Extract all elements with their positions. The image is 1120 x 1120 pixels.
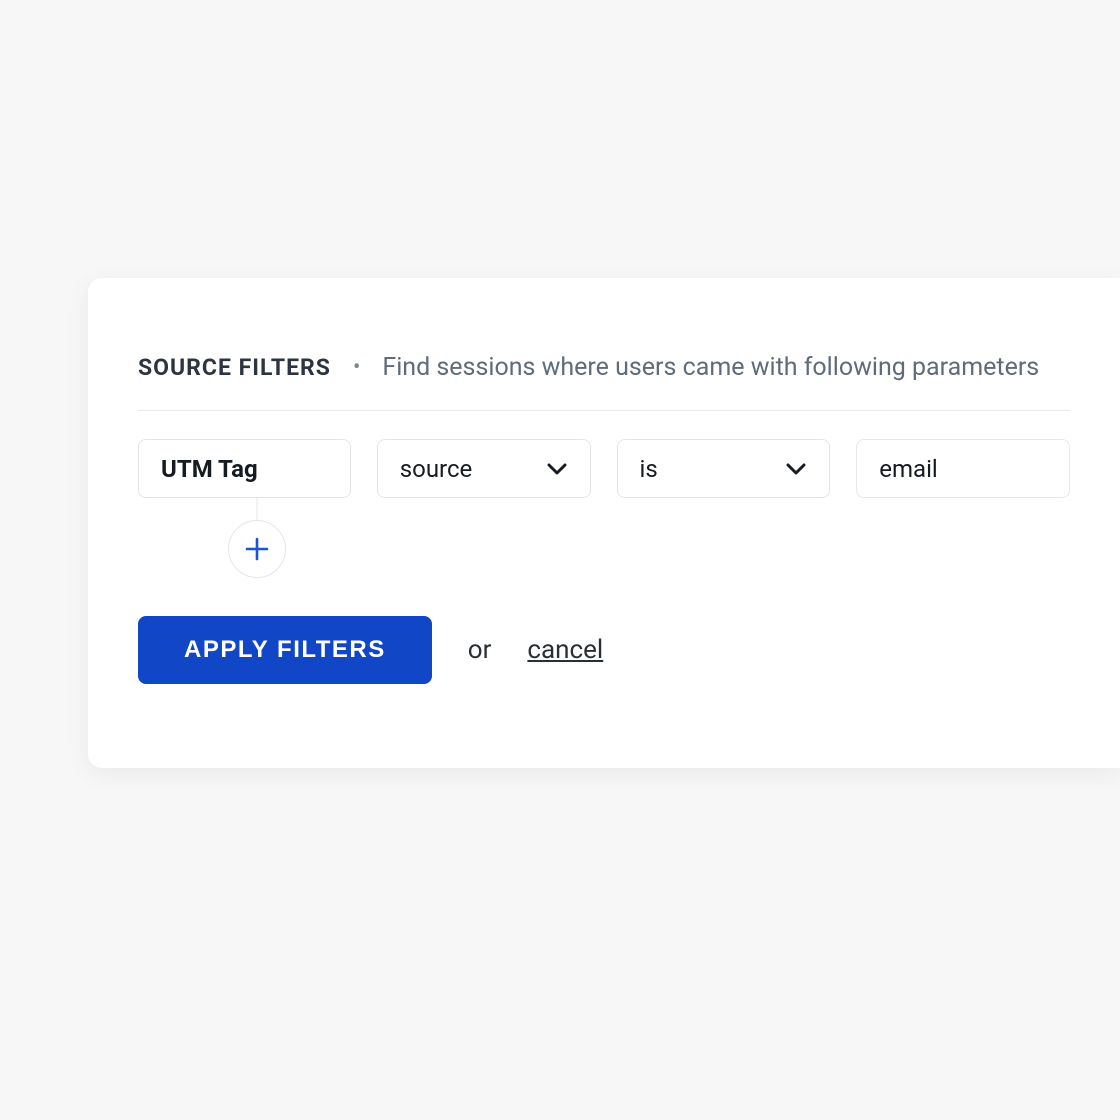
filter-field-select[interactable]: source [377, 439, 591, 498]
bullet-separator: • [353, 357, 360, 379]
filter-row: UTM Tag source is [138, 439, 1070, 498]
filter-value-input[interactable] [879, 455, 1047, 483]
section-header: SOURCE FILTERS • Find sessions where use… [138, 353, 1070, 411]
add-filter-connector [228, 498, 286, 576]
chevron-down-icon [546, 458, 568, 480]
add-filter-button[interactable] [228, 520, 286, 578]
connector-line [257, 498, 258, 520]
source-filters-card: SOURCE FILTERS • Find sessions where use… [88, 278, 1120, 768]
filter-tag-label: UTM Tag [161, 455, 258, 483]
filter-value-input-wrapper [856, 439, 1070, 498]
apply-filters-button[interactable]: APPLY FILTERS [138, 616, 432, 684]
action-row: APPLY FILTERS or cancel [138, 616, 1070, 684]
cancel-link[interactable]: cancel [527, 635, 603, 665]
chevron-down-icon [785, 458, 807, 480]
plus-icon [244, 536, 270, 562]
filter-field-value: source [400, 455, 473, 483]
filter-operator-select[interactable]: is [617, 439, 831, 498]
filter-operator-value: is [640, 455, 658, 483]
or-text: or [468, 635, 492, 665]
filter-tag-chip[interactable]: UTM Tag [138, 439, 351, 498]
section-description: Find sessions where users came with foll… [382, 353, 1039, 382]
section-title: SOURCE FILTERS [138, 354, 331, 381]
